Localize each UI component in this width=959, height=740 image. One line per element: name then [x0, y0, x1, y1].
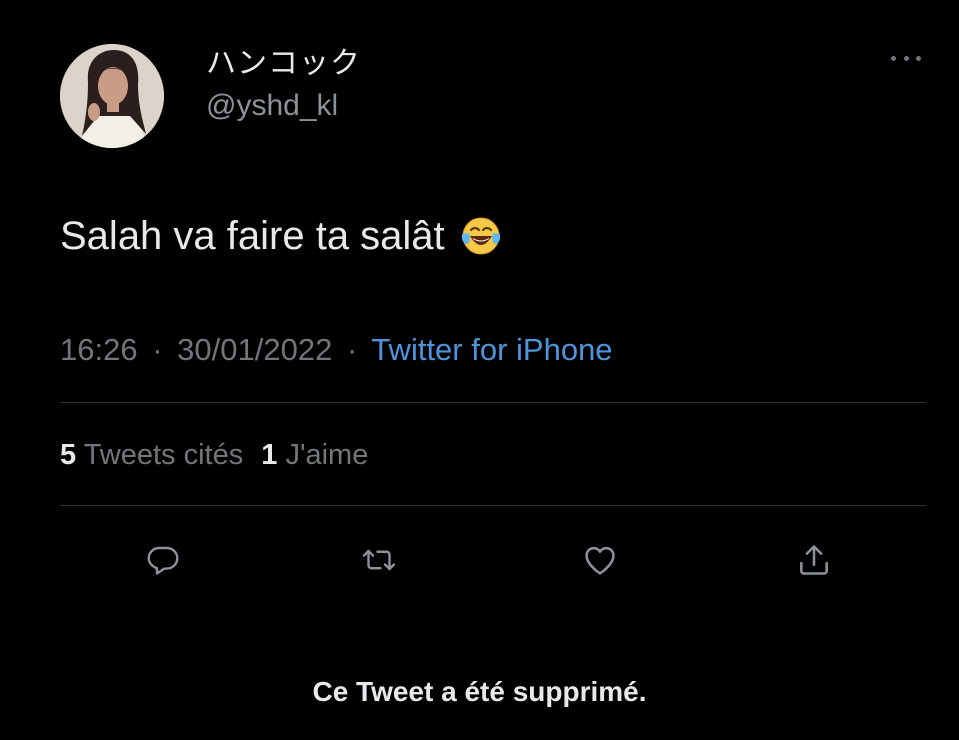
tweet-date[interactable]: 30/01/2022: [177, 332, 332, 367]
tweet-header: ハンコック @yshd_kl: [60, 44, 361, 148]
more-options-icon[interactable]: [891, 50, 921, 66]
dot: [916, 55, 921, 61]
username-handle[interactable]: @yshd_kl: [206, 88, 361, 124]
retweet-icon: [362, 549, 396, 571]
quote-count: 5: [60, 439, 77, 471]
like-button[interactable]: [576, 536, 624, 584]
reply-icon: [147, 546, 179, 575]
meta-separator: ·: [152, 332, 163, 367]
quote-label: Tweets cités: [83, 439, 244, 471]
heart-icon: [585, 546, 615, 575]
dot: [903, 55, 909, 61]
avatar[interactable]: [60, 44, 164, 148]
tweet-stats: 5 Tweets cités 1 J'aime: [60, 436, 368, 474]
meta-separator: ·: [346, 332, 358, 367]
share-button[interactable]: [790, 536, 838, 584]
tweet-text: Salah va faire ta salât: [60, 210, 503, 262]
likes-stat[interactable]: 1 J'aime: [261, 439, 368, 471]
tweet-meta: 16:26 · 30/01/2022 · Twitter for iPhone: [60, 330, 613, 370]
author-names: ハンコック @yshd_kl: [206, 44, 361, 124]
deleted-tweet-notice: Ce Tweet a été supprimé.: [312, 676, 647, 707]
quote-tweets-stat[interactable]: 5 Tweets cités: [60, 439, 243, 471]
tears-of-joy-emoji-icon: [459, 214, 503, 258]
dot: [891, 55, 896, 61]
like-label: J'aime: [285, 439, 369, 471]
retweet-button[interactable]: [355, 536, 403, 584]
reply-button[interactable]: [139, 536, 187, 584]
avatar-photo: [60, 44, 164, 148]
action-bar: [0, 536, 959, 584]
divider: [60, 402, 926, 403]
tweet-source-link[interactable]: Twitter for iPhone: [371, 332, 612, 367]
tweet-time[interactable]: 16:26: [60, 332, 138, 367]
like-count: 1: [261, 439, 278, 471]
share-icon: [800, 545, 828, 575]
divider: [60, 505, 926, 506]
display-name[interactable]: ハンコック: [206, 46, 361, 82]
tweet-body: Salah va faire ta salât: [60, 214, 445, 258]
tweet-card: ハンコック @yshd_kl Salah va faire ta salât 1…: [0, 0, 959, 740]
